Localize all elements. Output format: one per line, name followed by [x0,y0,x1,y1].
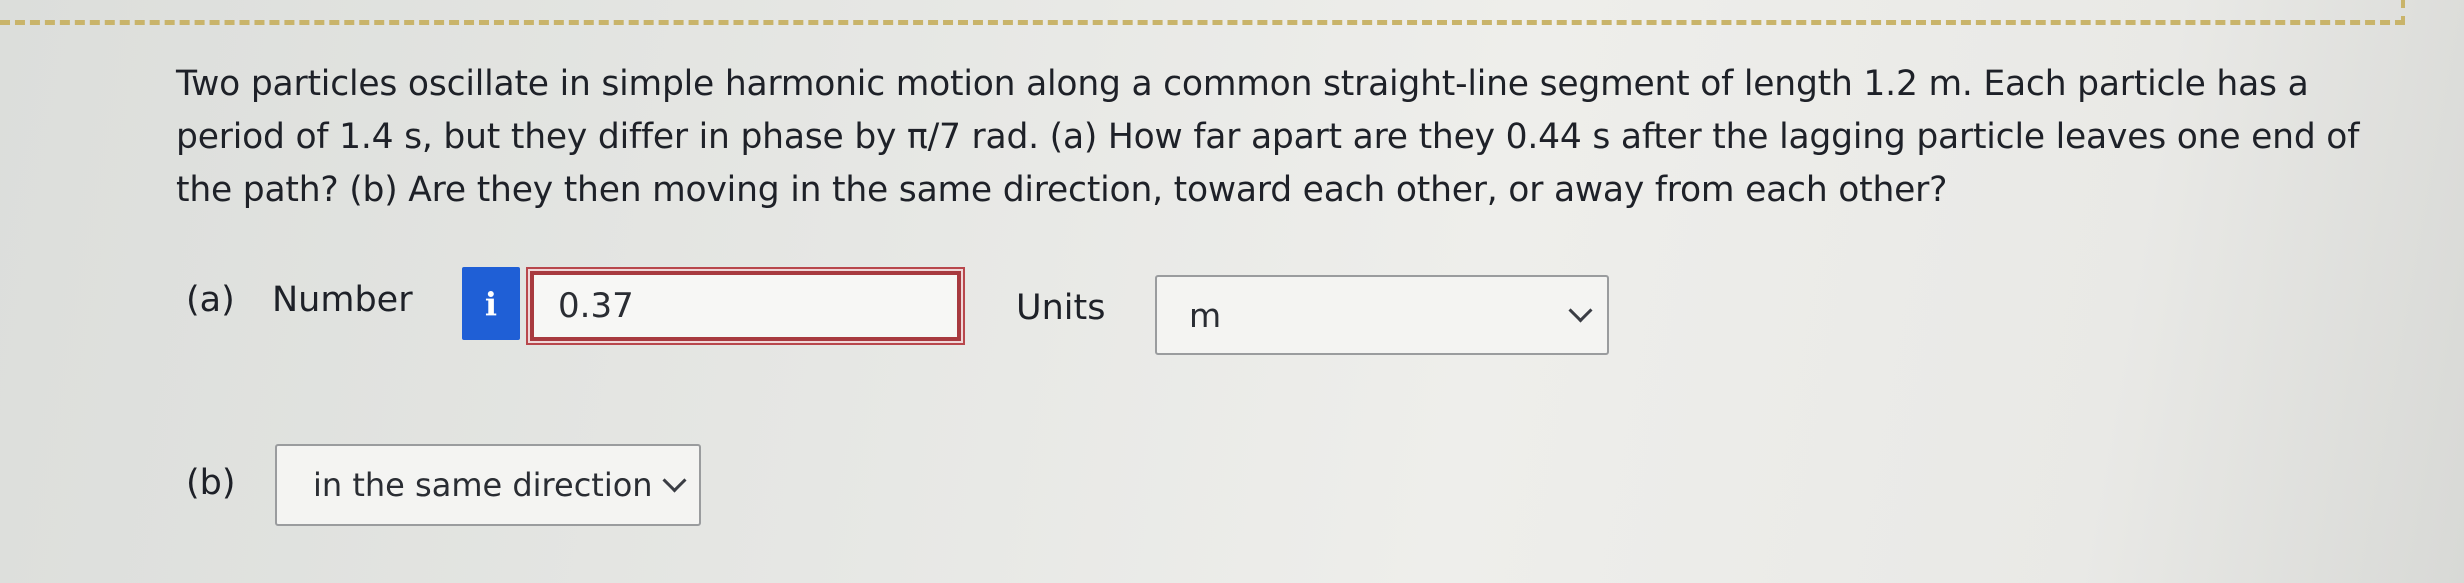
info-icon: i [484,284,498,323]
chevron-down-icon [662,468,687,493]
top-dashed-border [0,20,2405,25]
number-input[interactable]: 0.37 [530,271,961,341]
chevron-down-icon [1568,298,1593,323]
units-label: Units [1016,288,1106,328]
part-b-label: (b) [186,463,236,503]
direction-select-value: in the same direction [313,466,653,504]
units-select[interactable]: m [1155,275,1609,355]
number-input-value: 0.37 [558,286,634,326]
info-button[interactable]: i [462,267,520,340]
top-dashed-border-corner [2401,0,2405,24]
part-a-label: (a) [186,280,235,320]
number-label: Number [272,280,413,320]
units-select-value: m [1189,295,1222,335]
direction-select[interactable]: in the same direction [275,444,701,526]
question-text: Two particles oscillate in simple harmon… [176,64,2360,210]
